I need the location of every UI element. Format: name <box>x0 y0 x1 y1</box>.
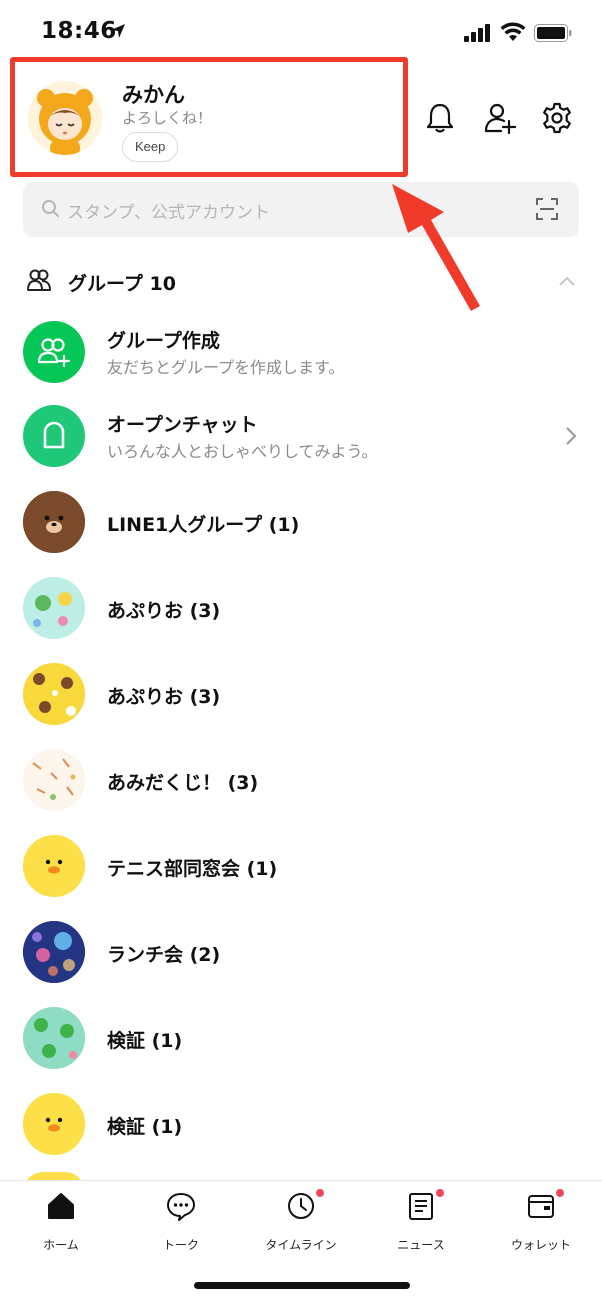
tab-talk[interactable]: トーク <box>126 1191 236 1261</box>
chevron-up-icon[interactable] <box>558 275 576 287</box>
search-bar[interactable]: スタンプ、公式アカウント <box>23 182 579 237</box>
status-time: 18:46 <box>41 18 117 44</box>
tab-label: タイムライン <box>265 1238 337 1252</box>
row-subtitle: 友だちとグループを作成します。 <box>107 358 345 377</box>
clock-icon <box>288 1193 314 1219</box>
group-avatar <box>23 663 85 725</box>
tab-label: ホーム <box>43 1238 79 1252</box>
group-avatar <box>23 749 85 811</box>
group-avatar <box>23 491 85 553</box>
wallet-icon <box>528 1195 554 1218</box>
bell-icon[interactable] <box>422 100 458 136</box>
chat-icon <box>167 1193 195 1221</box>
row-title: ランチ会 (2) <box>107 944 221 966</box>
wifi-icon <box>500 22 526 41</box>
tab-label: トーク <box>162 1238 199 1252</box>
gear-icon[interactable] <box>539 100 575 136</box>
cellular-signal-icon <box>464 24 490 42</box>
profile-name: みかん <box>122 83 185 107</box>
row-title: 検証 (1) <box>107 1116 183 1138</box>
group-row[interactable]: 検証 (1) <box>0 996 602 1082</box>
profile-status-message: よろしくね！ <box>122 109 213 127</box>
open-chat-icon <box>43 421 65 449</box>
open-chat-row[interactable]: オープンチャット いろんな人とおしゃべりしてみよう。 <box>0 394 602 480</box>
row-title: オープンチャット <box>107 414 258 436</box>
status-bar: 18:46 <box>0 0 602 60</box>
open-chat-avatar <box>23 405 85 467</box>
create-group-row[interactable]: グループ作成 友だちとグループを作成します。 <box>0 310 602 396</box>
row-title: テニス部同窓会 (1) <box>107 858 278 880</box>
row-title: あみだくじ！ (3) <box>107 772 259 794</box>
row-title: グループ作成 <box>107 330 220 352</box>
tab-wallet[interactable]: ウォレット <box>486 1189 596 1261</box>
frog-pattern-icon <box>23 1007 85 1069</box>
qr-scan-icon[interactable] <box>535 197 559 221</box>
group-section-title: グループ 10 <box>68 273 176 295</box>
chick-icon <box>23 835 85 897</box>
tab-label: ニュース <box>397 1238 445 1252</box>
location-arrow-icon <box>111 24 125 38</box>
group-avatar <box>23 1093 85 1155</box>
tab-label: ウォレット <box>510 1238 571 1252</box>
profile-avatar[interactable] <box>28 81 102 155</box>
create-group-avatar <box>23 321 85 383</box>
home-indicator[interactable] <box>194 1282 410 1289</box>
tab-news[interactable]: ニュース <box>366 1189 476 1261</box>
group-avatar <box>23 577 85 639</box>
home-icon <box>48 1193 74 1219</box>
group-avatar <box>23 1007 85 1069</box>
notification-badge <box>316 1189 324 1197</box>
news-icon <box>409 1193 433 1220</box>
row-title: あぷりお (3) <box>107 686 221 708</box>
chick-icon <box>23 1093 85 1155</box>
group-avatar <box>23 921 85 983</box>
row-title: LINE1人グループ (1) <box>107 514 300 536</box>
tab-home[interactable]: ホーム <box>6 1191 116 1261</box>
bokeh-photo-icon <box>23 921 85 983</box>
character-pattern-icon <box>23 577 85 639</box>
create-group-icon <box>37 338 71 368</box>
group-row[interactable]: あぷりお (3) <box>0 566 602 652</box>
group-row[interactable]: あみだくじ！ (3) <box>0 738 602 824</box>
search-placeholder: スタンプ、公式アカウント <box>67 203 270 223</box>
group-row[interactable]: 検証 (1) <box>0 1082 602 1168</box>
group-row[interactable]: あぷりお (3) <box>0 652 602 738</box>
notification-badge <box>556 1189 564 1197</box>
bear-pattern-icon <box>23 663 85 725</box>
row-title: あぷりお (3) <box>107 600 221 622</box>
amida-pattern-icon <box>23 749 85 811</box>
group-avatar <box>23 835 85 897</box>
profile-card[interactable]: みかん よろしくね！ Keep <box>10 57 408 177</box>
group-icon <box>27 269 51 291</box>
group-row[interactable]: LINE1人グループ (1) <box>0 480 602 566</box>
battery-icon <box>534 24 572 42</box>
notification-badge <box>436 1189 444 1197</box>
keep-button[interactable]: Keep <box>122 132 179 162</box>
tab-timeline[interactable]: タイムライン <box>246 1189 356 1261</box>
chevron-right-icon[interactable] <box>564 426 578 446</box>
brown-bear-icon <box>23 491 85 553</box>
group-section-header[interactable]: グループ 10 <box>24 266 578 296</box>
add-friend-icon[interactable] <box>482 100 518 136</box>
search-icon <box>42 200 59 217</box>
row-title: 検証 (1) <box>107 1030 183 1052</box>
group-row[interactable]: ランチ会 (2) <box>0 910 602 996</box>
group-row[interactable]: テニス部同窓会 (1) <box>0 824 602 910</box>
bear-hood-character-icon <box>28 81 102 155</box>
row-subtitle: いろんな人とおしゃべりしてみよう。 <box>107 442 378 461</box>
